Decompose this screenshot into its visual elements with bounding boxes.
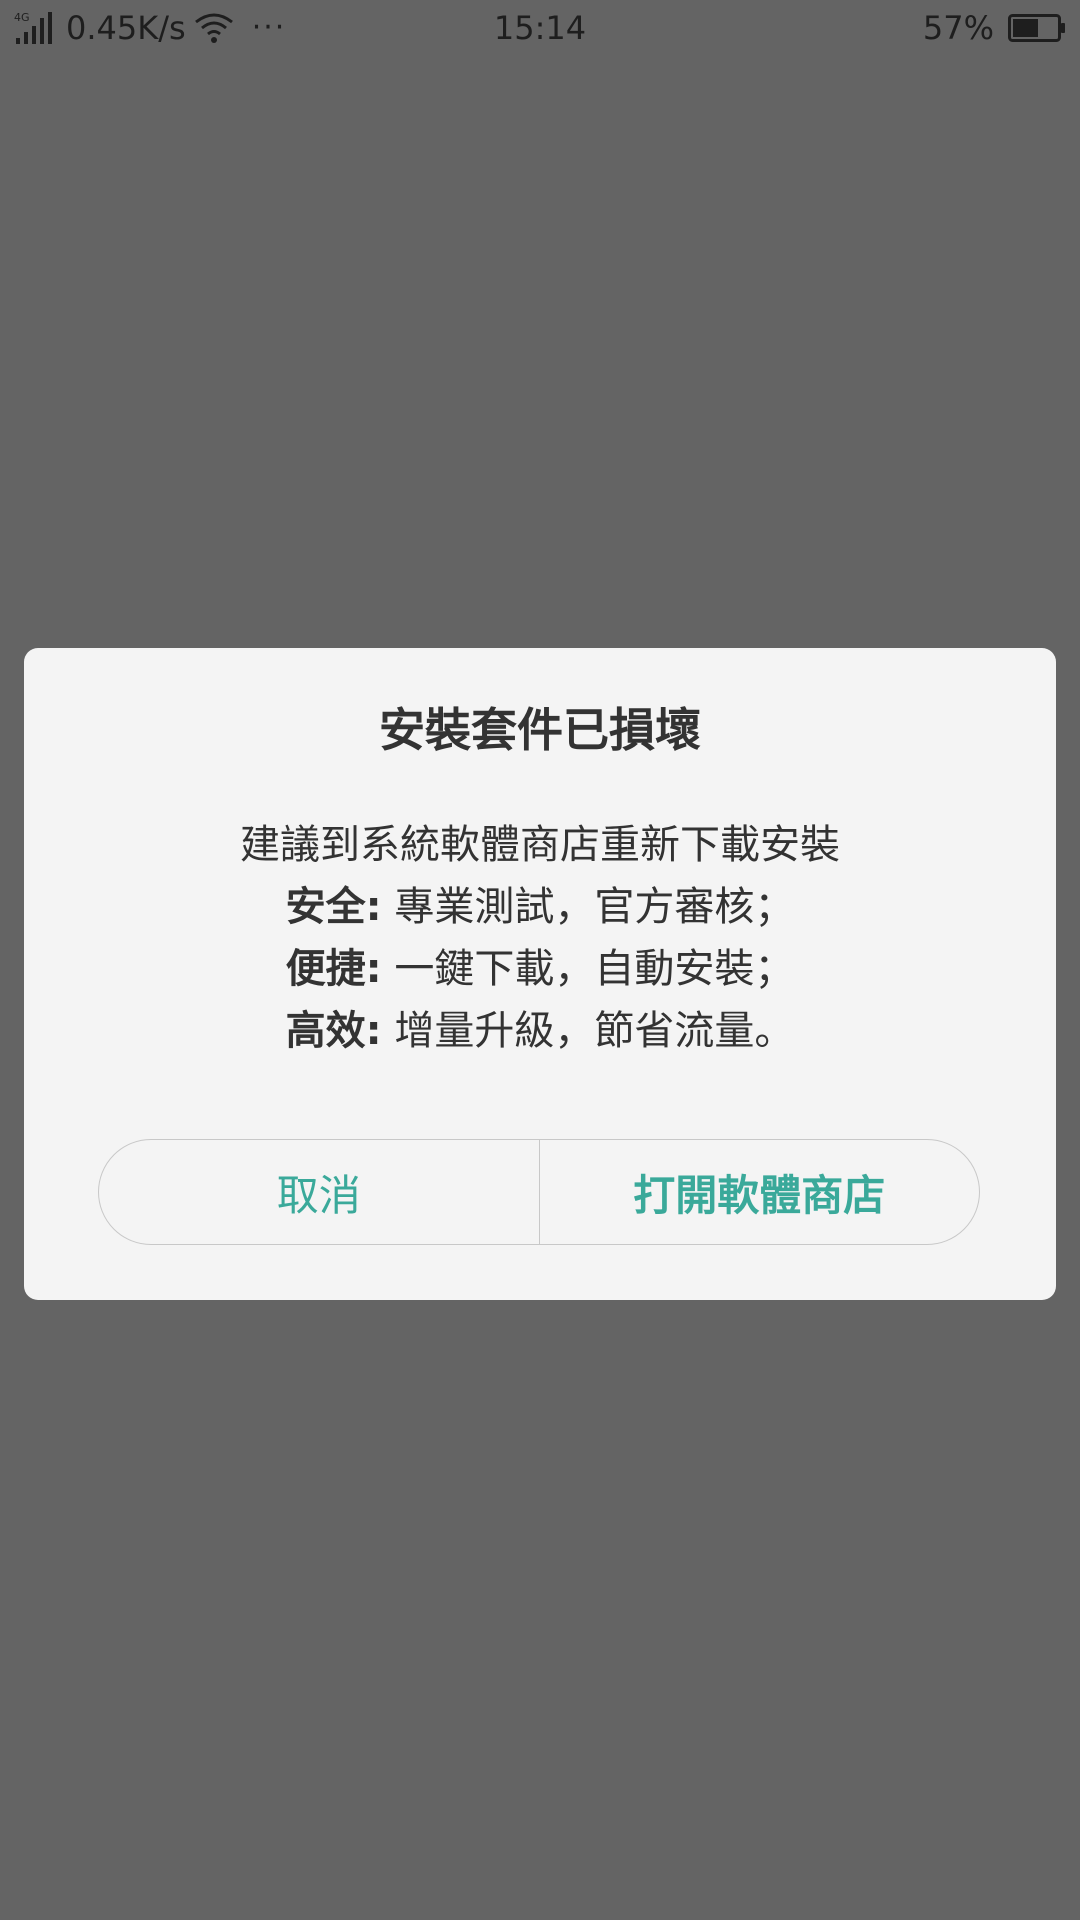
corrupted-package-dialog: 安裝套件已損壞 建議到系統軟體商店重新下載安裝 安全: 專業測試，官方審核； 便… (24, 648, 1056, 1300)
feature-line-efficiency: 高效: 增量升級，節省流量。 (24, 1000, 1056, 1062)
battery-fill (1013, 19, 1038, 37)
dialog-subtitle: 建議到系統軟體商店重新下載安裝 (240, 822, 840, 868)
battery-icon (1008, 14, 1065, 42)
feature-value: 一鍵下載，自動安裝； (394, 946, 795, 992)
feature-value: 增量升級，節省流量。 (394, 1008, 795, 1054)
dialog-button-group: 取消 打開軟體商店 (98, 1139, 980, 1245)
status-time: 15:14 (493, 9, 587, 47)
dialog-title: 安裝套件已損壞 (379, 703, 701, 757)
feature-line-safety: 安全: 專業測試，官方審核； (24, 876, 1056, 938)
cancel-button[interactable]: 取消 (99, 1140, 540, 1244)
screen: 4G 0.45K/s ··· 15:14 57% 安裝套件已損壞 建議到系統軟體… (0, 0, 1080, 1920)
feature-key: 便捷: (285, 946, 382, 992)
status-bar: 4G 0.45K/s ··· 15:14 57% (0, 0, 1080, 56)
feature-key: 高效: (285, 1008, 382, 1054)
dialog-body: 建議到系統軟體商店重新下載安裝 安全: 專業測試，官方審核； 便捷: 一鍵下載，… (24, 814, 1056, 1062)
feature-key: 安全: (285, 884, 382, 930)
open-store-button[interactable]: 打開軟體商店 (540, 1140, 980, 1244)
battery-percent: 57% (922, 9, 994, 47)
status-right: 57% (923, 8, 1066, 48)
feature-line-convenience: 便捷: 一鍵下載，自動安裝； (24, 938, 1056, 1000)
feature-value: 專業測試，官方審核； (394, 884, 795, 930)
